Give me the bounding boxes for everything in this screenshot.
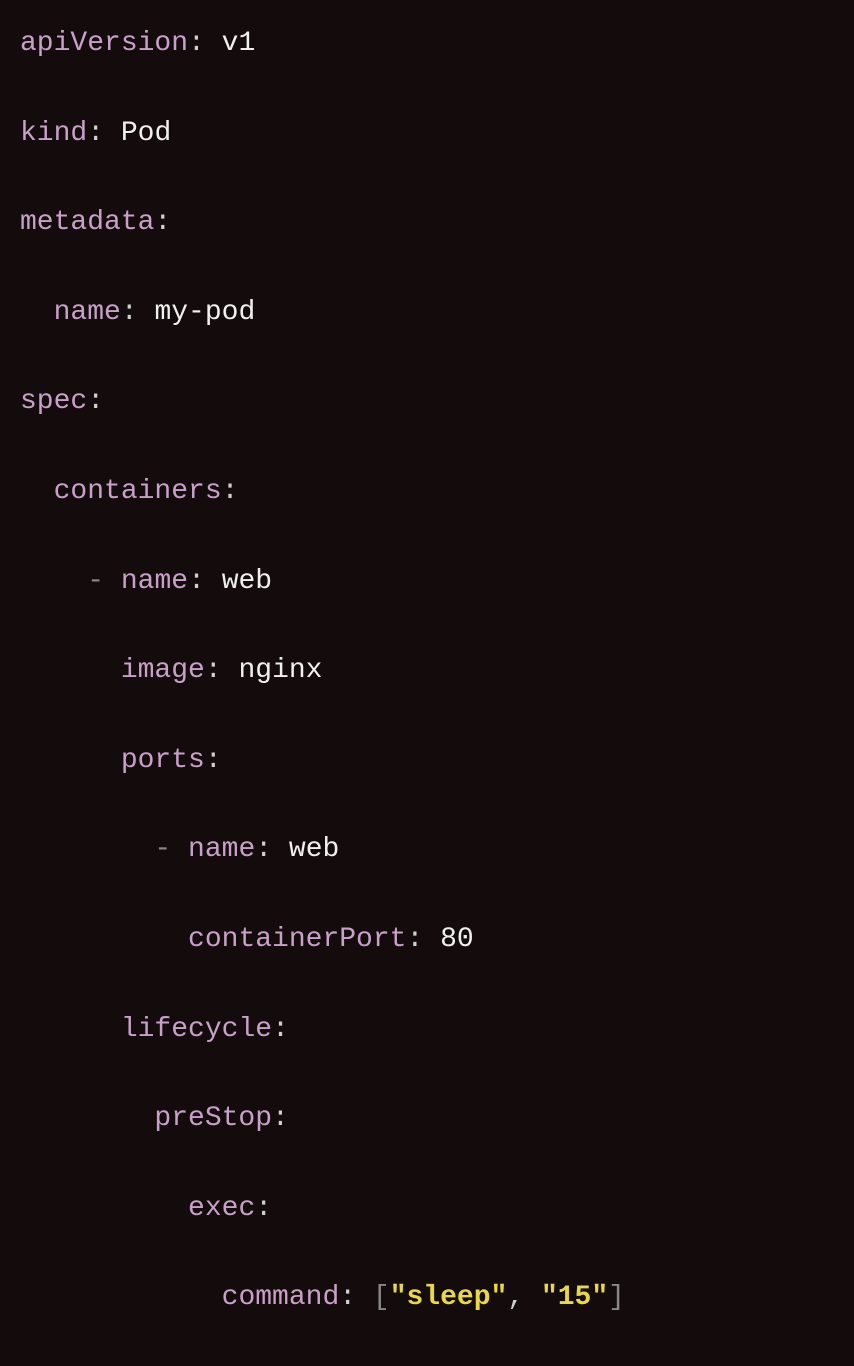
yaml-key: metadata	[20, 207, 154, 238]
line-port-name: - name: web	[20, 828, 834, 873]
yaml-key: command	[222, 1282, 340, 1313]
yaml-key: name	[188, 834, 255, 865]
yaml-key: containerPort	[188, 924, 406, 955]
yaml-key: ports	[121, 745, 205, 776]
yaml-value: v1	[222, 28, 256, 59]
yaml-key: name	[54, 297, 121, 328]
line-container-name: - name: web	[20, 560, 834, 605]
colon: :	[188, 28, 205, 59]
line-apiversion: apiVersion: v1	[20, 22, 834, 67]
line-containerport: containerPort: 80	[20, 918, 834, 963]
line-exec: exec:	[20, 1187, 834, 1232]
yaml-key: lifecycle	[121, 1014, 272, 1045]
yaml-key: image	[121, 655, 205, 686]
colon: :	[87, 386, 104, 417]
line-command: command: ["sleep", "15"]	[20, 1276, 834, 1321]
colon: :	[406, 924, 423, 955]
bracket-close: ]	[608, 1282, 625, 1313]
dash: -	[87, 566, 104, 597]
colon: :	[339, 1282, 356, 1313]
colon: :	[154, 207, 171, 238]
dash: -	[154, 834, 171, 865]
colon: :	[272, 1103, 289, 1134]
colon: :	[222, 476, 239, 507]
colon: :	[205, 655, 222, 686]
yaml-key: name	[121, 566, 188, 597]
bracket-open: [	[373, 1282, 390, 1313]
comma: ,	[507, 1282, 524, 1313]
yaml-key: containers	[54, 476, 222, 507]
colon: :	[87, 118, 104, 149]
yaml-string: "15"	[541, 1282, 608, 1313]
yaml-code-block: apiVersion: v1 kind: Pod metadata: name:…	[20, 22, 834, 1366]
colon: :	[121, 297, 138, 328]
line-prestop: preStop:	[20, 1097, 834, 1142]
yaml-string: "sleep"	[390, 1282, 508, 1313]
yaml-value: web	[222, 566, 272, 597]
yaml-value: Pod	[121, 118, 171, 149]
colon: :	[205, 745, 222, 776]
line-lifecycle: lifecycle:	[20, 1008, 834, 1053]
line-image: image: nginx	[20, 649, 834, 694]
colon: :	[255, 1193, 272, 1224]
colon: :	[272, 1014, 289, 1045]
yaml-value: web	[289, 834, 339, 865]
line-metadata-name: name: my-pod	[20, 291, 834, 336]
yaml-key: exec	[188, 1193, 255, 1224]
yaml-value: nginx	[238, 655, 322, 686]
line-spec: spec:	[20, 380, 834, 425]
line-kind: kind: Pod	[20, 112, 834, 157]
yaml-key: preStop	[154, 1103, 272, 1134]
line-metadata: metadata:	[20, 201, 834, 246]
yaml-key: apiVersion	[20, 28, 188, 59]
line-containers: containers:	[20, 470, 834, 515]
yaml-key: kind	[20, 118, 87, 149]
colon: :	[255, 834, 272, 865]
line-ports: ports:	[20, 739, 834, 784]
yaml-key: spec	[20, 386, 87, 417]
colon: :	[188, 566, 205, 597]
yaml-value: my-pod	[154, 297, 255, 328]
yaml-value: 80	[440, 924, 474, 955]
